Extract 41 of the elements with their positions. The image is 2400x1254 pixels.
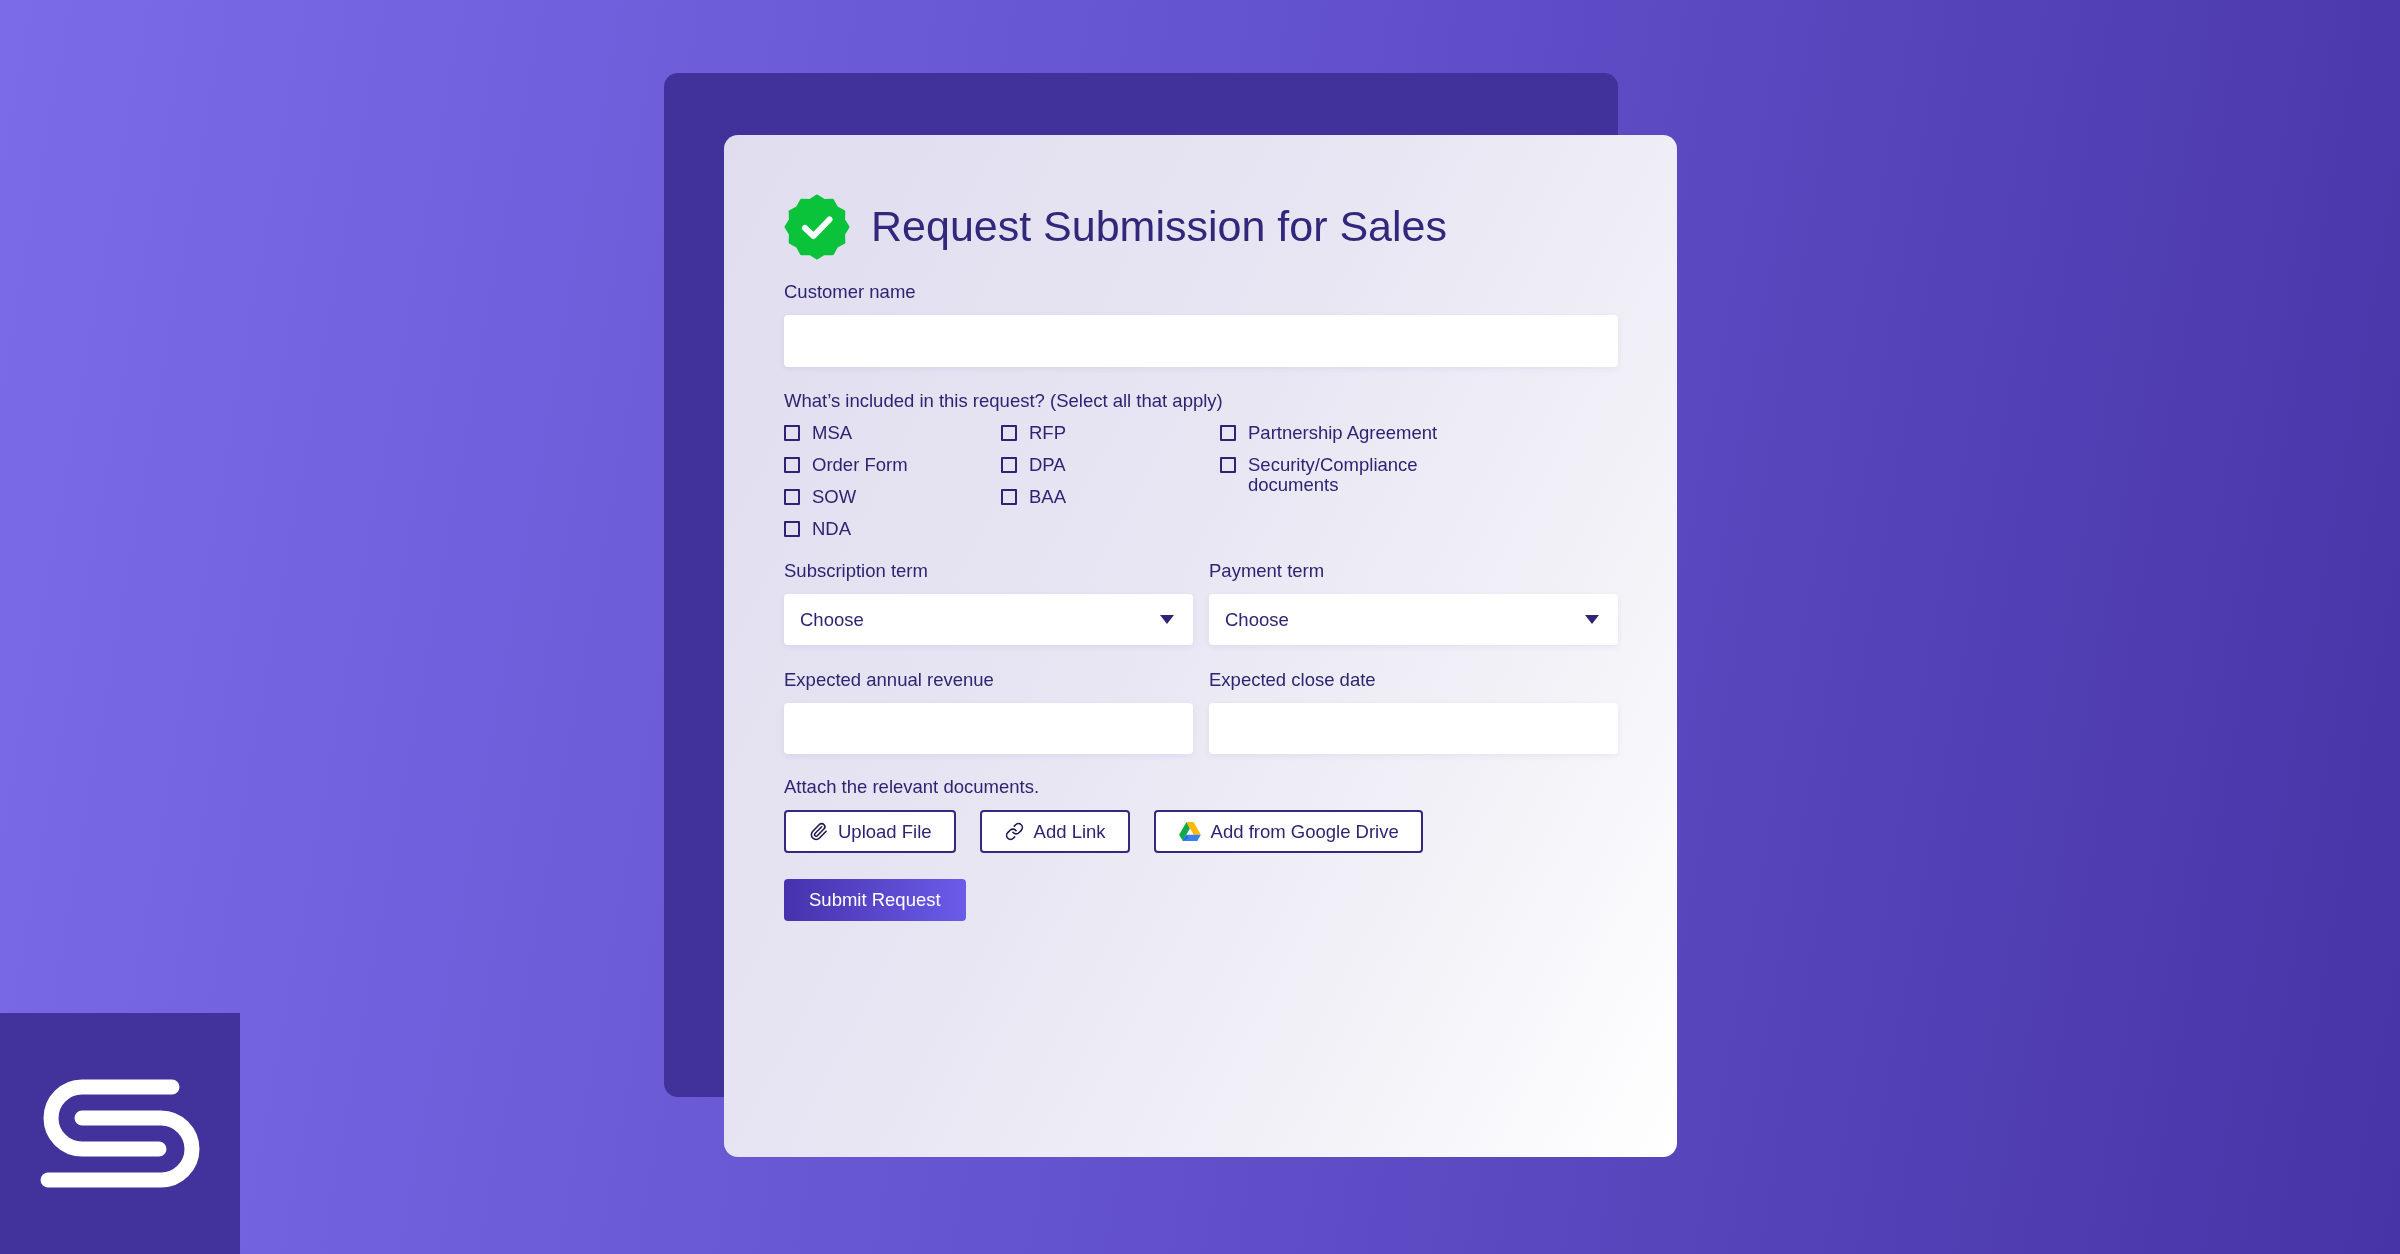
select-field[interactable]: Choose: [784, 594, 1193, 645]
attach-button[interactable]: Add Link: [979, 810, 1130, 853]
field-label: Expected annual revenue: [784, 669, 995, 691]
checkbox-label: NDA: [812, 519, 852, 539]
checkbox-label: SOW: [812, 487, 857, 507]
field-label: Customer name: [784, 281, 917, 303]
input-field[interactable]: [784, 315, 1618, 367]
checkbox[interactable]: [1001, 489, 1017, 505]
link-icon: [1004, 822, 1024, 841]
field-label: Expected close date: [1209, 669, 1377, 691]
field-label: Subscription term: [784, 560, 929, 582]
field-label: Payment term: [1209, 560, 1326, 582]
paperclip-icon: [809, 822, 828, 841]
checkbox[interactable]: [1001, 425, 1017, 441]
caret-icon: [1160, 615, 1174, 624]
select-field[interactable]: Choose: [1209, 594, 1618, 645]
attach-button[interactable]: Add from Google Drive: [1153, 810, 1423, 853]
checkbox[interactable]: [1220, 425, 1236, 441]
checkbox[interactable]: [1220, 457, 1236, 473]
checkbox[interactable]: [1001, 457, 1017, 473]
checkbox-label: RFP: [1029, 423, 1066, 443]
checkbox[interactable]: [784, 521, 800, 537]
checkbox-label: DPA: [1029, 455, 1066, 475]
input-field[interactable]: [1209, 703, 1618, 754]
field-label: Attach the relevant documents.: [784, 776, 1041, 798]
checkbox[interactable]: [784, 457, 800, 473]
checkbox-label: BAA: [1029, 487, 1067, 507]
triangle-logo-icon: [1178, 822, 1201, 841]
caret-icon: [1585, 615, 1599, 624]
checkbox-label: Partnership Agreement: [1248, 423, 1438, 443]
field-label: What’s included in this request? (Select all that apply): [784, 390, 1224, 412]
checkbox[interactable]: [784, 425, 800, 441]
seal-check-icon: [784, 194, 850, 260]
input-field[interactable]: [784, 703, 1193, 754]
checkbox-label: Order Form: [812, 455, 908, 475]
form-title: Request Submission for Sales: [871, 203, 1447, 251]
submit-button[interactable]: Submit Request: [784, 879, 966, 921]
attach-button[interactable]: Upload File: [784, 810, 956, 853]
checkbox-label: Security/Compliance documents: [1248, 455, 1419, 495]
checkbox-label: MSA: [812, 423, 853, 443]
checkbox[interactable]: [784, 489, 800, 505]
